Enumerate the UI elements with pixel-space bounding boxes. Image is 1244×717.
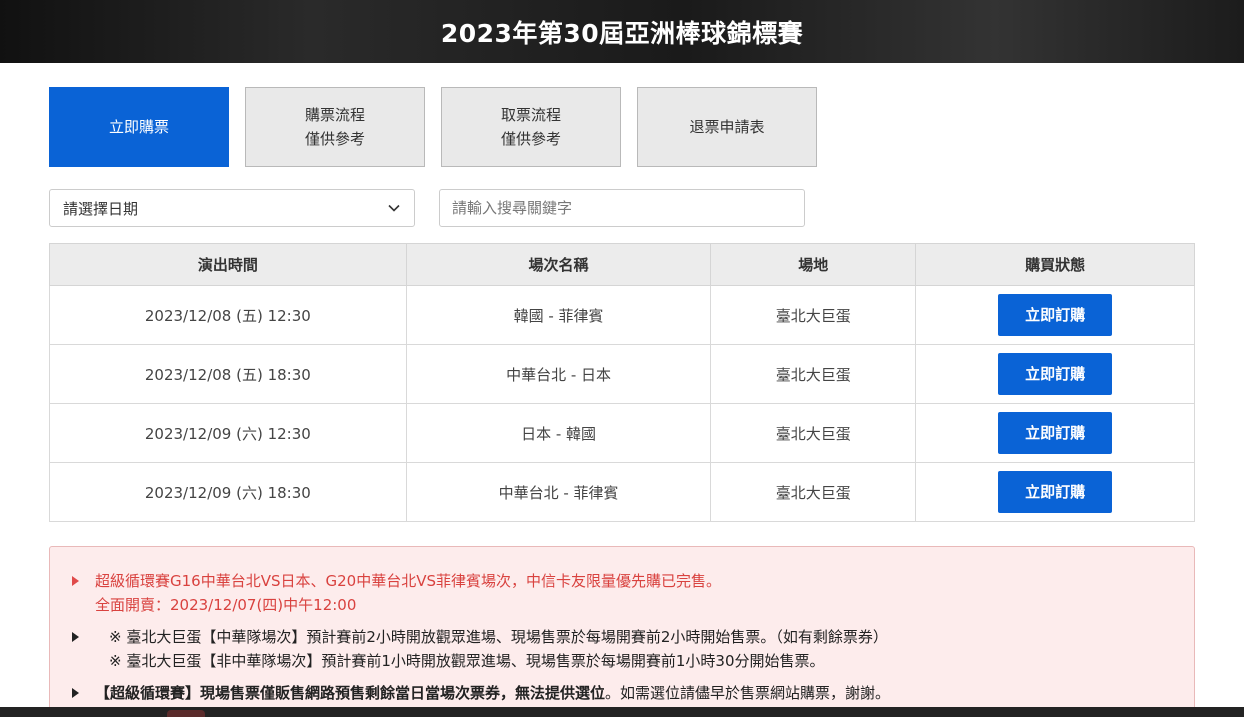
main-content: 立即購票 購票流程 僅供參考 取票流程 僅供參考 退票申請表 請選擇日期 演出時… xyxy=(49,87,1195,716)
header-time: 演出時間 xyxy=(49,243,407,286)
header-venue: 場地 xyxy=(710,243,917,286)
cell-venue: 臺北大巨蛋 xyxy=(710,462,917,522)
header-match: 場次名稱 xyxy=(405,243,712,286)
order-now-button[interactable]: 立即訂購 xyxy=(998,471,1113,513)
table-row: 2023/12/09 (六) 18:30 中華台北 - 菲律賓 臺北大巨蛋 立即… xyxy=(49,462,1195,522)
refund-form-label: 退票申請表 xyxy=(689,118,765,136)
buy-now-label: 立即購票 xyxy=(108,118,169,136)
notice-item: 超級循環賽G16中華台北VS日本、G20中華台北VS菲律賓場次，中信卡友限量優先… xyxy=(72,569,1194,617)
cell-match: 日本 - 韓國 xyxy=(405,403,712,463)
cell-venue: 臺北大巨蛋 xyxy=(710,285,917,345)
table-row: 2023/12/08 (五) 18:30 中華台北 - 日本 臺北大巨蛋 立即訂… xyxy=(49,344,1195,404)
notice-box: 超級循環賽G16中華台北VS日本、G20中華台北VS菲律賓場次，中信卡友限量優先… xyxy=(49,546,1195,716)
cell-venue: 臺北大巨蛋 xyxy=(710,403,917,463)
order-now-button[interactable]: 立即訂購 xyxy=(998,294,1113,336)
red-bullet-icon xyxy=(72,576,79,586)
action-button-row: 立即購票 購票流程 僅供參考 取票流程 僅供參考 退票申請表 xyxy=(49,87,1195,167)
date-select-value: 請選擇日期 xyxy=(63,199,139,218)
notice-item: 【超級循環賽】現場售票僅販售網路預售剩餘當日當場次票券，無法提供選位。如需選位請… xyxy=(72,681,1194,705)
purchase-process-label: 購票流程 xyxy=(304,106,365,124)
purchase-process-button[interactable]: 購票流程 僅供參考 xyxy=(245,87,425,167)
order-now-button[interactable]: 立即訂購 xyxy=(998,353,1113,395)
cell-status: 立即訂購 xyxy=(915,462,1195,522)
notice-taiwan-games: ※ 臺北大巨蛋【中華隊場次】預計賽前2小時開放觀眾進場、現場售票於每場開賽前2小… xyxy=(109,628,888,646)
table-row: 2023/12/09 (六) 12:30 日本 - 韓國 臺北大巨蛋 立即訂購 xyxy=(49,403,1195,463)
table-row: 2023/12/08 (五) 12:30 韓國 - 菲律賓 臺北大巨蛋 立即訂購 xyxy=(49,285,1195,345)
cell-time: 2023/12/08 (五) 18:30 xyxy=(49,344,407,404)
purchase-process-sublabel: 僅供參考 xyxy=(304,130,365,148)
bottom-tab xyxy=(167,710,205,717)
bullet-icon xyxy=(72,688,79,698)
cell-venue: 臺北大巨蛋 xyxy=(710,344,917,404)
cell-time: 2023/12/09 (六) 12:30 xyxy=(49,403,407,463)
filter-bar: 請選擇日期 xyxy=(49,189,1195,227)
chevron-down-icon xyxy=(388,204,400,212)
bottom-bar xyxy=(0,707,1244,717)
notice-onsite-bold: 【超級循環賽】現場售票僅販售網路預售剩餘當日當場次票券，無法提供選位 xyxy=(95,684,606,702)
cell-match: 中華台北 - 菲律賓 xyxy=(405,462,712,522)
header-status: 購買狀態 xyxy=(915,243,1195,286)
date-select[interactable]: 請選擇日期 xyxy=(49,189,415,227)
schedule-table: 演出時間 場次名稱 場地 購買狀態 2023/12/08 (五) 12:30 韓… xyxy=(49,243,1195,522)
notice-item: ※ 臺北大巨蛋【中華隊場次】預計賽前2小時開放觀眾進場、現場售票於每場開賽前2小… xyxy=(72,625,1194,673)
keyword-search-input[interactable] xyxy=(439,189,805,227)
pickup-process-label: 取票流程 xyxy=(500,106,561,124)
event-banner: 2023年第30屆亞洲棒球錦標賽 xyxy=(0,0,1244,63)
bullet-icon xyxy=(72,632,79,642)
cell-match: 中華台北 - 日本 xyxy=(405,344,712,404)
pickup-process-button[interactable]: 取票流程 僅供參考 xyxy=(441,87,621,167)
buy-now-button[interactable]: 立即購票 xyxy=(49,87,229,167)
refund-form-button[interactable]: 退票申請表 xyxy=(637,87,817,167)
cell-status: 立即訂購 xyxy=(915,344,1195,404)
cell-match: 韓國 - 菲律賓 xyxy=(405,285,712,345)
cell-time: 2023/12/09 (六) 18:30 xyxy=(49,462,407,522)
cell-status: 立即訂購 xyxy=(915,285,1195,345)
notice-sale-date: 全面開賣：2023/12/07(四)中午12:00 xyxy=(95,596,357,614)
order-now-button[interactable]: 立即訂購 xyxy=(998,412,1113,454)
notice-onsite-rest: 。如需選位請儘早於售票網站購票，謝謝。 xyxy=(605,684,891,702)
pickup-process-sublabel: 僅供參考 xyxy=(500,130,561,148)
table-header-row: 演出時間 場次名稱 場地 購買狀態 xyxy=(49,243,1195,286)
event-title: 2023年第30屆亞洲棒球錦標賽 xyxy=(440,18,804,48)
cell-status: 立即訂購 xyxy=(915,403,1195,463)
notice-other-games: ※ 臺北大巨蛋【非中華隊場次】預計賽前1小時開放觀眾進場、現場售票於每場開賽前1… xyxy=(109,652,825,670)
cell-time: 2023/12/08 (五) 12:30 xyxy=(49,285,407,345)
notice-soldout-text: 超級循環賽G16中華台北VS日本、G20中華台北VS菲律賓場次，中信卡友限量優先… xyxy=(95,572,721,590)
